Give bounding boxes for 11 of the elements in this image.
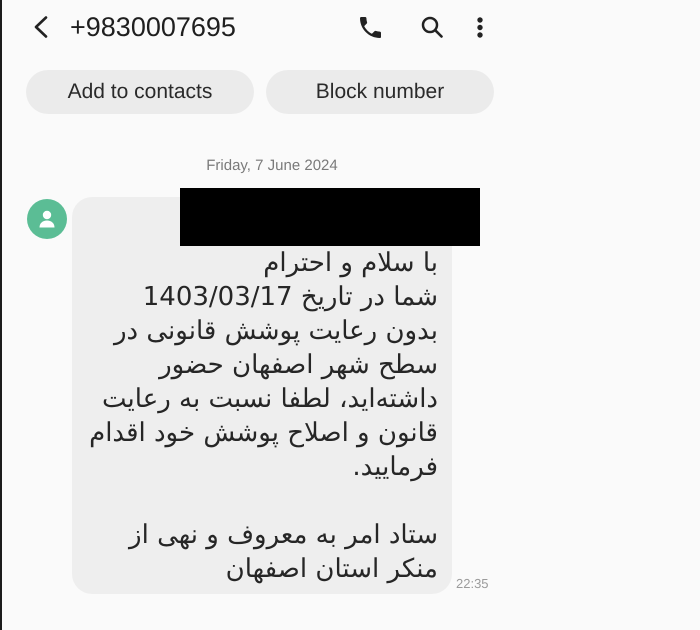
avatar-icon: [27, 199, 67, 239]
message-text: با سلام و احترام شما در تاریخ 1403/03/17 بدون رعایت پوشش قانونی در سطح شهر اصفهان حضور داشته‌اید، لطفا نسبت به رعایت قانون و اصلاح پوشش خود اقدام فرمایید. ستاد امر به معروف و نهی از منکر استان اصفهان: [88, 247, 438, 586]
contact-number: +9830007695: [70, 12, 236, 42]
back-icon[interactable]: [34, 16, 48, 38]
add-contact-button[interactable]: Add to contacts: [26, 70, 254, 114]
message-time: 22:35: [456, 576, 489, 591]
date-divider: Friday, 7 June 2024: [206, 157, 338, 174]
search-icon[interactable]: [421, 16, 443, 38]
block-button[interactable]: Block number: [266, 70, 494, 114]
phone-icon[interactable]: [360, 16, 381, 38]
more-options-icon[interactable]: [477, 16, 483, 38]
